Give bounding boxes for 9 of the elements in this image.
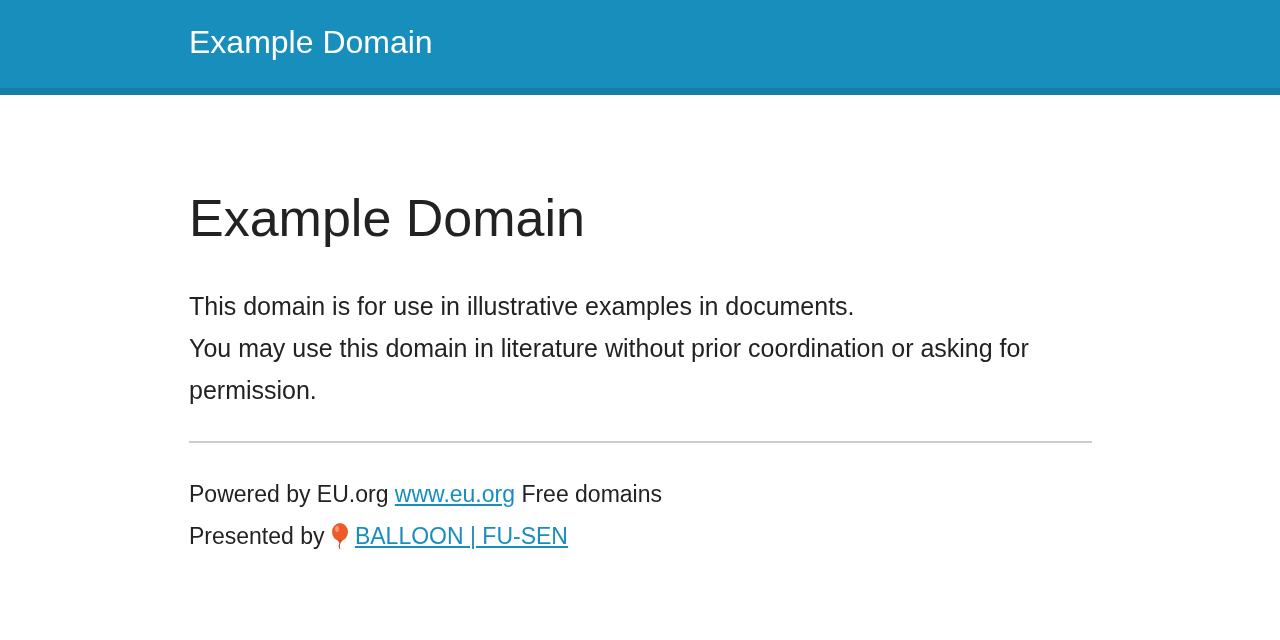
site-title-link[interactable]: Example Domain [189,26,433,62]
body-text: You may use this domain in literature without prior coordination or asking for permission. [189,333,1030,406]
body-text: This domain is for use in illustrative examples in documents. [189,291,856,322]
eu-org-link[interactable]: www.eu.org [394,481,515,507]
balloon-link[interactable]: BALLOON | FU-SEN [330,515,568,557]
page-heading: Example Domain [189,188,586,249]
balloon-icon [330,523,349,549]
presented-by-text: Presented by BALLOON | FU-SEN [189,515,1092,557]
powered-by-text: Powered by EU.org www.eu.org Free domains [189,480,663,509]
